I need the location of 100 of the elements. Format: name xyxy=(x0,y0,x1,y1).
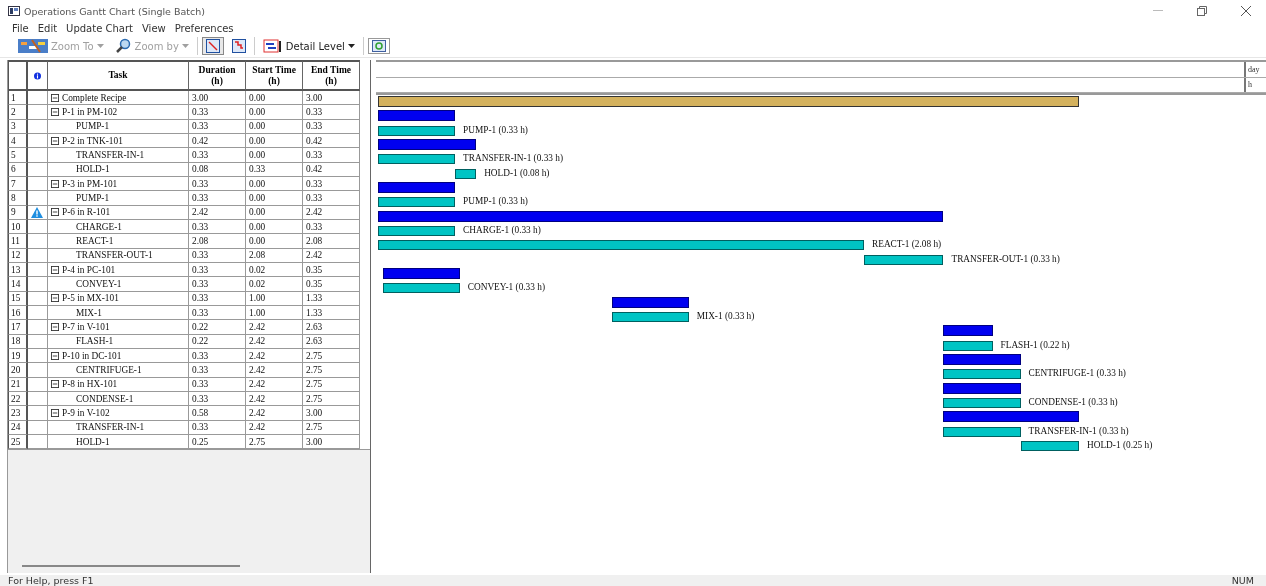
column-header[interactable]: Task xyxy=(48,60,189,91)
column-header[interactable] xyxy=(28,60,48,91)
step-chart-icon xyxy=(231,39,246,53)
menu-item[interactable]: File xyxy=(12,23,29,34)
operation-bar[interactable] xyxy=(943,426,1021,437)
bar-label: FLASH-1 (0.22 h) xyxy=(1000,339,1070,350)
operation-bar[interactable] xyxy=(943,369,1021,380)
row-number: 19 xyxy=(8,348,28,364)
row-number: 24 xyxy=(8,420,28,435)
operation-bar[interactable] xyxy=(1020,440,1079,451)
start-time-cell: 0.00 xyxy=(246,219,303,235)
menu-item[interactable]: Preferences xyxy=(174,23,234,34)
column-header[interactable]: Start Time (h) xyxy=(246,60,303,91)
procedure-bar[interactable] xyxy=(943,325,993,337)
duration-cell: 0.33 xyxy=(189,391,246,407)
duration-cell: 0.33 xyxy=(189,291,246,306)
duration-cell: 0.33 xyxy=(189,420,246,435)
view-toggle-button[interactable] xyxy=(201,37,224,55)
row-number: 23 xyxy=(8,406,28,421)
task-name: P-5 in MX-101 xyxy=(62,293,119,304)
task-name: PUMP-1 xyxy=(76,121,110,132)
menu-item[interactable]: Edit xyxy=(37,23,58,34)
procedure-bar[interactable] xyxy=(378,110,456,122)
duration-cell: 0.33 xyxy=(189,119,246,134)
recipe-bar[interactable] xyxy=(378,96,1079,107)
collapse-icon[interactable] xyxy=(51,294,59,303)
refresh-button[interactable] xyxy=(367,38,390,54)
row-number: 1 xyxy=(8,91,28,106)
toolbar-dropdown-button[interactable]: Detail Level xyxy=(258,37,359,55)
task-name: CENTRIFUGE-1 xyxy=(76,364,142,375)
end-time-cell: 3.00 xyxy=(303,406,360,421)
start-time-cell: 2.42 xyxy=(246,334,303,349)
task-name: P-3 in PM-101 xyxy=(62,178,118,189)
procedure-bar[interactable] xyxy=(382,267,460,279)
menu-item[interactable]: View xyxy=(142,23,166,34)
row-number: 6 xyxy=(8,162,28,177)
duration-cell: 0.58 xyxy=(189,406,246,421)
start-time-cell: 0.00 xyxy=(246,119,303,134)
collapse-icon[interactable] xyxy=(51,179,59,188)
restore-icon[interactable] xyxy=(1197,6,1207,16)
row-number: 8 xyxy=(8,191,28,206)
operation-bar[interactable] xyxy=(378,154,456,165)
collapse-icon[interactable] xyxy=(51,265,59,274)
bar-label: CHARGE-1 (0.33 h) xyxy=(463,224,541,235)
procedure-bar[interactable] xyxy=(943,411,1079,423)
operation-bar[interactable] xyxy=(943,340,993,351)
time-unit-label: h xyxy=(1244,77,1266,92)
procedure-bar[interactable] xyxy=(378,181,456,193)
diagonal-chart-icon xyxy=(205,39,220,53)
duration-cell: 0.33 xyxy=(189,363,246,378)
duration-cell: 0.33 xyxy=(189,219,246,235)
duration-cell: 0.33 xyxy=(189,191,246,206)
collapse-icon[interactable] xyxy=(51,322,59,331)
collapse-icon[interactable] xyxy=(51,108,59,116)
procedure-bar[interactable] xyxy=(943,382,1021,394)
operation-bar[interactable] xyxy=(378,240,864,251)
collapse-icon[interactable] xyxy=(51,136,59,145)
end-time-cell: 2.42 xyxy=(303,205,360,220)
end-time-cell: 0.33 xyxy=(303,105,360,120)
operation-bar[interactable] xyxy=(382,283,460,294)
collapse-icon[interactable] xyxy=(51,408,59,417)
end-time-cell: 1.33 xyxy=(303,305,360,321)
bar-label: PUMP-1 (0.33 h) xyxy=(463,124,528,135)
duration-cell: 0.33 xyxy=(189,348,246,364)
close-icon[interactable] xyxy=(1241,6,1251,16)
operation-bar[interactable] xyxy=(378,225,456,236)
scrollbar-thumb[interactable] xyxy=(22,565,240,567)
start-time-cell: 0.00 xyxy=(246,91,303,106)
operation-bar[interactable] xyxy=(455,168,477,179)
end-time-cell: 0.33 xyxy=(303,148,360,163)
end-time-cell: 0.33 xyxy=(303,176,360,192)
task-name: Complete Recipe xyxy=(62,92,127,103)
procedure-bar[interactable] xyxy=(943,353,1021,365)
end-time-cell: 0.35 xyxy=(303,277,360,292)
column-header[interactable]: Duration (h) xyxy=(189,60,246,91)
operation-bar[interactable] xyxy=(943,397,1021,408)
start-time-cell: 2.42 xyxy=(246,320,303,335)
end-time-cell: 2.42 xyxy=(303,248,360,263)
bar-label: TRANSFER-IN-1 (0.33 h) xyxy=(463,153,564,164)
task-name: CONDENSE-1 xyxy=(76,393,134,404)
operation-bar[interactable] xyxy=(611,311,689,322)
bar-label: PUMP-1 (0.33 h) xyxy=(463,196,528,207)
procedure-bar[interactable] xyxy=(378,210,944,222)
collapse-icon[interactable] xyxy=(51,351,59,360)
menu-item[interactable]: Update Chart xyxy=(66,23,133,34)
row-number: 3 xyxy=(8,119,28,134)
operation-bar[interactable] xyxy=(864,254,944,265)
collapse-icon[interactable] xyxy=(51,380,59,389)
row-number: 22 xyxy=(8,391,28,407)
column-header[interactable]: End Time (h) xyxy=(303,60,360,91)
operation-bar[interactable] xyxy=(378,197,456,208)
collapse-icon[interactable] xyxy=(51,93,59,102)
row-number: 10 xyxy=(8,219,28,235)
operation-bar[interactable] xyxy=(378,125,456,136)
end-time-cell: 3.00 xyxy=(303,434,360,450)
procedure-bar[interactable] xyxy=(611,296,689,308)
start-time-cell: 1.00 xyxy=(246,305,303,321)
end-time-cell: 2.75 xyxy=(303,420,360,435)
end-time-cell: 3.00 xyxy=(303,91,360,106)
collapse-icon[interactable] xyxy=(51,208,59,217)
